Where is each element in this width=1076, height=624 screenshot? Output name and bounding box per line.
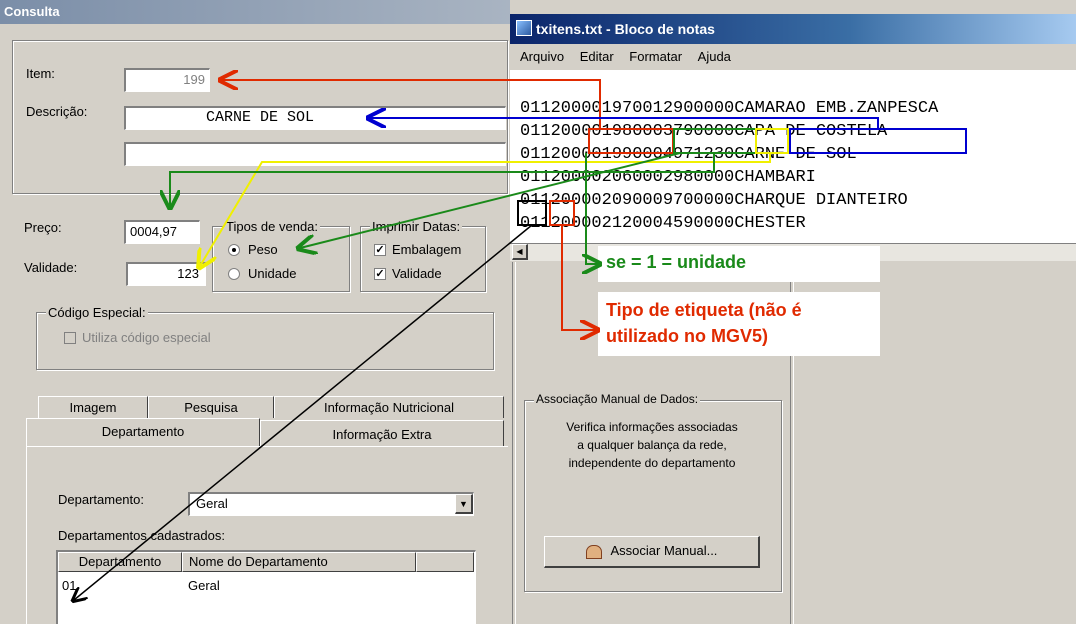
highlight-descricao: [789, 128, 967, 154]
annotation-overlay: [0, 0, 967, 624]
arrow-yellow-validade: [200, 153, 771, 266]
highlight-price: [673, 128, 757, 154]
arrow-green-unidade: [586, 153, 598, 264]
arrow-black-departamento: [74, 224, 533, 600]
highlight-validade: [755, 128, 789, 154]
arrow-red-etiqueta: [561, 225, 596, 330]
arrow-green-peso: [300, 152, 681, 248]
highlight-item-code: [588, 128, 674, 154]
highlight-etiqueta: [549, 200, 575, 226]
highlight-department: [517, 200, 547, 226]
arrow-blue-descricao: [370, 118, 879, 129]
arrow-red-item: [222, 80, 601, 129]
